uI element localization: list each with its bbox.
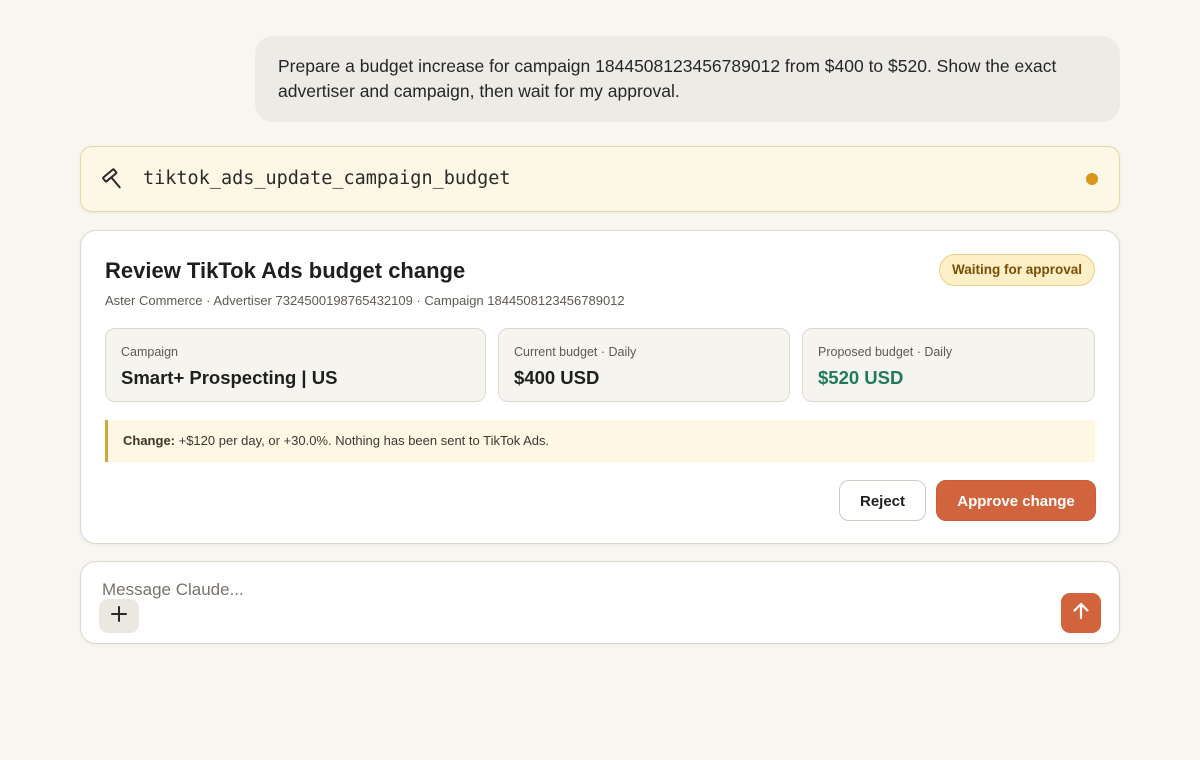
hammer-icon — [101, 166, 127, 192]
approve-change-button[interactable]: Approve change — [936, 480, 1096, 521]
review-title: Review TikTok Ads budget change — [105, 258, 466, 283]
user-message: Prepare a budget increase for campaign 1… — [255, 36, 1120, 122]
plus-icon — [110, 605, 128, 628]
tool-status-indicator — [1086, 173, 1098, 185]
tool-name: tiktok_ads_update_campaign_budget — [143, 168, 511, 189]
proposed-budget-label: Proposed budget · Daily — [818, 345, 953, 359]
campaign-value: Smart+ Prospecting | US — [121, 367, 338, 388]
current-budget-box: Current budget · Daily $400 USD — [498, 328, 790, 402]
proposed-budget-value: $520 USD — [818, 367, 904, 388]
send-button[interactable] — [1061, 593, 1101, 633]
tool-call-bar[interactable]: tiktok_ads_update_campaign_budget — [80, 146, 1120, 212]
user-message-text: Prepare a budget increase for campaign 1… — [278, 56, 1057, 101]
status-badge: Waiting for approval — [938, 254, 1095, 286]
current-budget-label: Current budget · Daily — [514, 345, 637, 359]
change-text: +$120 per day, or +30.0%. Nothing has be… — [175, 433, 550, 448]
add-attachment-button[interactable] — [99, 599, 139, 633]
proposed-budget-box: Proposed budget · Daily $520 USD — [802, 328, 1095, 402]
campaign-box: Campaign Smart+ Prospecting | US — [105, 328, 486, 402]
current-budget-value: $400 USD — [514, 367, 600, 388]
review-subtitle: Aster Commerce · Advertiser 732450019876… — [105, 293, 625, 308]
message-composer — [80, 561, 1120, 644]
change-label: Change: — [123, 433, 175, 448]
arrow-up-icon — [1071, 601, 1091, 626]
message-input[interactable] — [102, 578, 1002, 602]
change-summary: Change: +$120 per day, or +30.0%. Nothin… — [105, 420, 1095, 462]
reject-button[interactable]: Reject — [839, 480, 926, 521]
campaign-label: Campaign — [121, 345, 178, 359]
review-card: Review TikTok Ads budget change Waiting … — [80, 230, 1120, 544]
